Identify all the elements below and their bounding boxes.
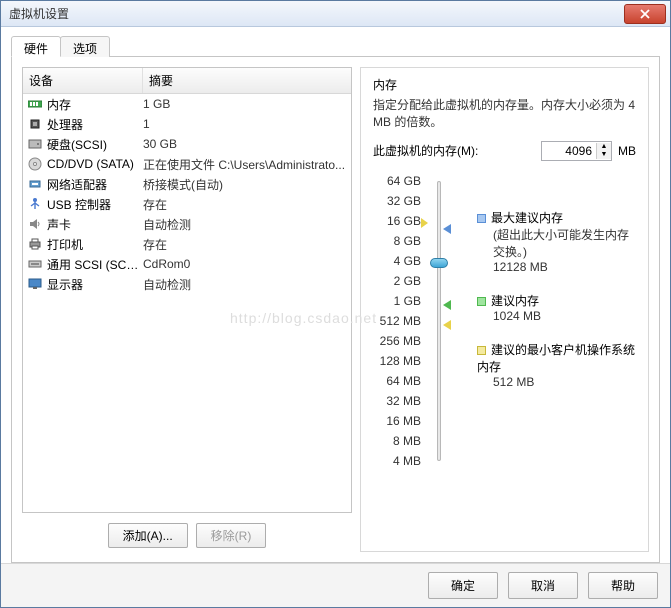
window-title: 虚拟机设置 xyxy=(9,5,624,22)
hw-name: 硬盘(SCSI) xyxy=(47,136,143,153)
memory-input[interactable] xyxy=(542,142,596,160)
hw-row[interactable]: 通用 SCSI (SCSI ...CdRom0 xyxy=(23,254,351,274)
hw-summary: 自动检测 xyxy=(143,216,347,233)
titlebar: 虚拟机设置 xyxy=(1,1,670,27)
hw-summary: 存在 xyxy=(143,196,347,213)
legend-max-label: 最大建议内存 xyxy=(491,211,563,225)
slider-ticks: 64 GB32 GB16 GB8 GB4 GB2 GB1 GB512 MB256… xyxy=(373,171,421,471)
dialog-footer: 确定 取消 帮助 xyxy=(1,563,670,607)
usb-icon xyxy=(27,196,43,212)
close-icon xyxy=(640,9,650,19)
hw-row[interactable]: 打印机存在 xyxy=(23,234,351,254)
legend-rec-val: 1024 MB xyxy=(477,309,636,323)
tab-hardware[interactable]: 硬件 xyxy=(11,36,61,57)
memory-spinner[interactable]: ▲ ▼ xyxy=(541,141,612,161)
tick-label: 8 MB xyxy=(373,431,421,451)
legend-min-swatch xyxy=(477,346,486,355)
hw-name: USB 控制器 xyxy=(47,196,143,213)
scsi-icon xyxy=(27,256,43,272)
legend-min-label: 建议的最小客户机操作系统内存 xyxy=(477,343,635,374)
remove-button: 移除(R) xyxy=(196,523,267,548)
cancel-button[interactable]: 取消 xyxy=(508,572,578,599)
hw-row[interactable]: 网络适配器桥接模式(自动) xyxy=(23,174,351,194)
legend-max-val: 12128 MB xyxy=(477,260,636,274)
cd-icon xyxy=(27,156,43,172)
tick-label: 64 GB xyxy=(373,171,421,191)
hw-summary: 1 xyxy=(143,117,347,131)
marker-max xyxy=(443,224,451,234)
spin-down-icon[interactable]: ▼ xyxy=(597,151,611,159)
help-button[interactable]: 帮助 xyxy=(588,572,658,599)
marker-rec xyxy=(443,300,451,310)
hw-row[interactable]: 硬盘(SCSI)30 GB xyxy=(23,134,351,154)
hw-name: 打印机 xyxy=(47,236,143,253)
hw-name: 声卡 xyxy=(47,216,143,233)
hw-row[interactable]: 处理器1 xyxy=(23,114,351,134)
ok-button[interactable]: 确定 xyxy=(428,572,498,599)
hw-summary: 30 GB xyxy=(143,137,347,151)
tick-label: 8 GB xyxy=(373,231,421,251)
hw-row[interactable]: 声卡自动检测 xyxy=(23,214,351,234)
nic-icon xyxy=(27,176,43,192)
hw-name: 处理器 xyxy=(47,116,143,133)
disk-icon xyxy=(27,136,43,152)
tick-label: 512 MB xyxy=(373,311,421,331)
memory-icon xyxy=(27,96,43,112)
tick-label: 4 GB xyxy=(373,251,421,271)
col-summary[interactable]: 摘要 xyxy=(143,68,351,93)
hw-summary: CdRom0 xyxy=(143,257,347,271)
hardware-list: 设备 摘要 内存1 GB处理器1硬盘(SCSI)30 GBCD/DVD (SAT… xyxy=(22,67,352,513)
hw-row[interactable]: CD/DVD (SATA)正在使用文件 C:\Users\Administrat… xyxy=(23,154,351,174)
slider-thumb[interactable] xyxy=(430,258,448,268)
display-icon xyxy=(27,276,43,292)
pane-desc: 指定分配给此虚拟机的内存量。内存大小必须为 4 MB 的倍数。 xyxy=(373,97,636,131)
cpu-icon xyxy=(27,116,43,132)
close-button[interactable] xyxy=(624,4,666,24)
hw-summary: 1 GB xyxy=(143,97,347,111)
add-button[interactable]: 添加(A)... xyxy=(108,523,188,548)
marker-yellow-left xyxy=(421,218,428,228)
legend-min-val: 512 MB xyxy=(477,375,636,389)
tick-label: 32 GB xyxy=(373,191,421,211)
hw-name: 网络适配器 xyxy=(47,176,143,193)
legend-max-swatch xyxy=(477,214,486,223)
tick-label: 128 MB xyxy=(373,351,421,371)
hw-row[interactable]: USB 控制器存在 xyxy=(23,194,351,214)
sound-icon xyxy=(27,216,43,232)
tick-label: 32 MB xyxy=(373,391,421,411)
hw-name: 显示器 xyxy=(47,276,143,293)
spin-up-icon[interactable]: ▲ xyxy=(597,143,611,151)
tick-label: 2 GB xyxy=(373,271,421,291)
tick-label: 16 MB xyxy=(373,411,421,431)
tick-label: 256 MB xyxy=(373,331,421,351)
pane-title: 内存 xyxy=(373,76,636,93)
hw-row[interactable]: 显示器自动检测 xyxy=(23,274,351,294)
hw-row[interactable]: 内存1 GB xyxy=(23,94,351,114)
tick-label: 1 GB xyxy=(373,291,421,311)
hw-summary: 桥接模式(自动) xyxy=(143,176,347,193)
tab-strip: 硬件 选项 xyxy=(11,35,660,57)
col-device[interactable]: 设备 xyxy=(23,68,143,93)
memory-slider[interactable] xyxy=(421,171,457,471)
legend-rec-label: 建议内存 xyxy=(491,294,539,308)
hw-summary: 存在 xyxy=(143,236,347,253)
tick-label: 4 MB xyxy=(373,451,421,471)
legend-max-note: (超出此大小可能发生内存交换。) xyxy=(477,226,636,260)
tab-options[interactable]: 选项 xyxy=(60,36,110,57)
marker-min xyxy=(443,320,451,330)
memory-label: 此虚拟机的内存(M): xyxy=(373,142,541,159)
hw-summary: 正在使用文件 C:\Users\Administrato... xyxy=(143,156,347,173)
hw-name: CD/DVD (SATA) xyxy=(47,157,143,171)
tick-label: 16 GB xyxy=(373,211,421,231)
hardware-list-header: 设备 摘要 xyxy=(23,68,351,94)
hw-summary: 自动检测 xyxy=(143,276,347,293)
printer-icon xyxy=(27,236,43,252)
memory-unit: MB xyxy=(618,144,636,158)
tick-label: 64 MB xyxy=(373,371,421,391)
memory-pane: 内存 指定分配给此虚拟机的内存量。内存大小必须为 4 MB 的倍数。 此虚拟机的… xyxy=(360,67,649,552)
hw-name: 内存 xyxy=(47,96,143,113)
hw-name: 通用 SCSI (SCSI ... xyxy=(47,256,143,273)
legend-rec-swatch xyxy=(477,297,486,306)
